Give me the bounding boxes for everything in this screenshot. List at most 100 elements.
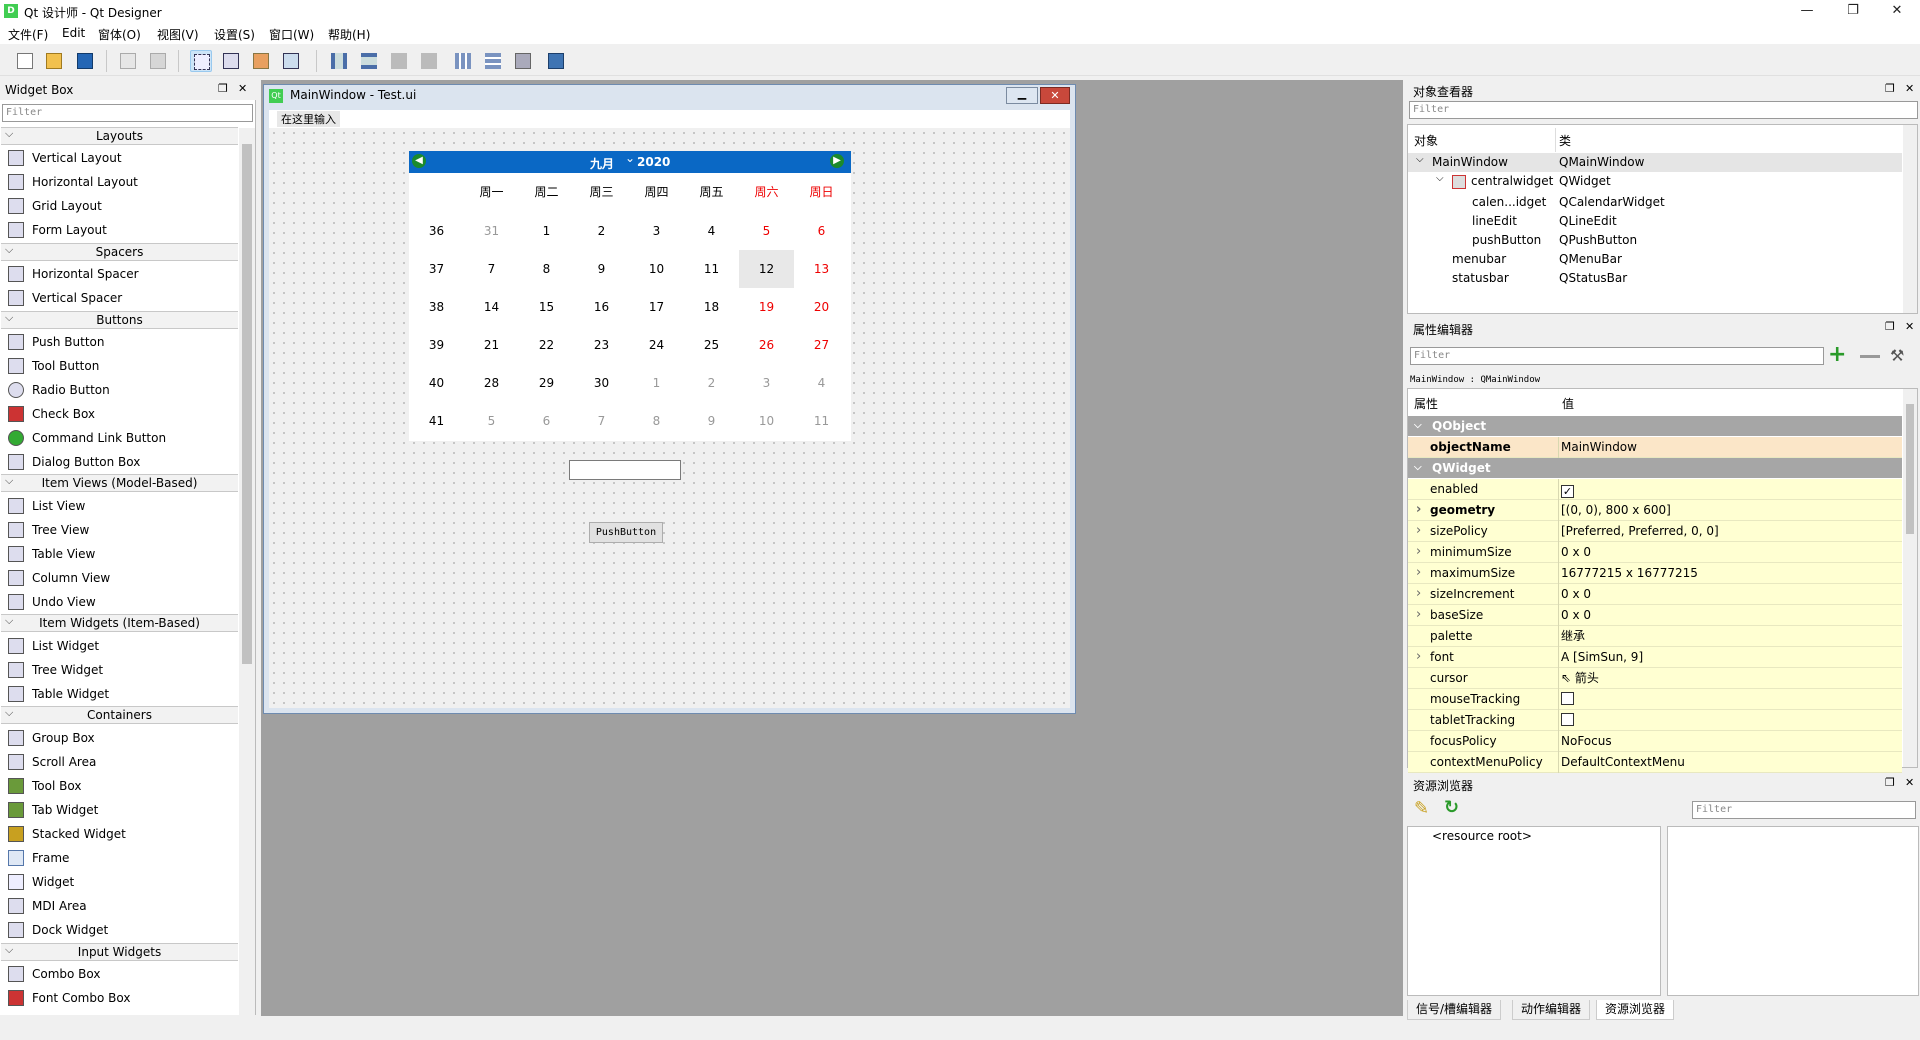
open-folder-icon[interactable] <box>43 50 65 72</box>
property-row-palette[interactable]: palette 继承 <box>1408 626 1902 647</box>
calendar-day[interactable]: 5 <box>464 402 519 440</box>
category-item-views[interactable]: Item Views (Model-Based) <box>1 473 238 492</box>
float-icon[interactable]: ❐ <box>218 82 228 95</box>
calendar-day[interactable]: 20 <box>794 288 849 326</box>
widget-item-tree-widget[interactable]: Tree Widget <box>8 660 103 680</box>
widget-item-command-link-button[interactable]: Command Link Button <box>8 428 166 448</box>
calendar-day[interactable]: 25 <box>684 326 739 364</box>
widget-item-vertical-layout[interactable]: Vertical Layout <box>8 148 122 168</box>
property-row-sizepolicy[interactable]: sizePolicy[Preferred, Preferred, 0, 0] <box>1408 521 1902 542</box>
checkbox[interactable]: ✓ <box>1561 485 1574 498</box>
calendar-day[interactable]: 5 <box>739 212 794 250</box>
widget-item-tool-box[interactable]: Tool Box <box>8 776 81 796</box>
property-editor-filter[interactable]: Filter <box>1410 347 1824 365</box>
object-name[interactable]: pushButton <box>1472 230 1541 250</box>
calendar-month-dropdown-icon[interactable]: ⌄ <box>625 151 635 165</box>
widget-item-undo-view[interactable]: Undo View <box>8 592 96 612</box>
calendar-day[interactable]: 21 <box>464 326 519 364</box>
next-month-arrow-icon[interactable]: ▶ <box>830 154 844 168</box>
calendar-day[interactable]: 18 <box>684 288 739 326</box>
widget-item-column-view[interactable]: Column View <box>8 568 110 588</box>
widget-item-push-button[interactable]: Push Button <box>8 332 105 352</box>
calendar-day[interactable]: 9 <box>684 402 739 440</box>
edit-resources-pencil-icon[interactable]: ✎ <box>1414 798 1429 819</box>
calendar-day[interactable]: 9 <box>574 250 629 288</box>
category-input-widgets[interactable]: Input Widgets <box>1 942 238 961</box>
property-row-geometry[interactable]: geometry[(0, 0), 800 x 600] <box>1408 500 1902 521</box>
category-item-widgets[interactable]: Item Widgets (Item-Based) <box>1 613 238 632</box>
calendar-month[interactable]: 九月 <box>590 155 614 172</box>
calendar-day[interactable]: 11 <box>684 250 739 288</box>
widget-item-group-box[interactable]: Group Box <box>8 728 95 748</box>
prev-month-arrow-icon[interactable]: ◀ <box>412 154 426 168</box>
tab-signal-slot-editor[interactable]: 信号/槽编辑器 <box>1407 1000 1502 1020</box>
widget-item-table-view[interactable]: Table View <box>8 544 95 564</box>
calendar-day[interactable]: 29 <box>519 364 574 402</box>
float-icon[interactable]: ❐ <box>1885 776 1895 789</box>
property-row-basesize[interactable]: baseSize0 x 0 <box>1408 605 1902 626</box>
form-menu-placeholder[interactable]: 在这里输入 <box>277 111 340 127</box>
widget-item-dialog-button-box[interactable]: Dialog Button Box <box>8 452 140 472</box>
calendar-day[interactable]: 11 <box>794 402 849 440</box>
widget-item-font-combo-box[interactable]: Font Combo Box <box>8 988 130 1008</box>
edit-buddies-icon[interactable] <box>250 50 272 72</box>
new-file-icon[interactable] <box>14 50 36 72</box>
widget-item-form-layout[interactable]: Form Layout <box>8 220 107 240</box>
checkbox[interactable] <box>1561 713 1574 726</box>
widget-item-scroll-area[interactable]: Scroll Area <box>8 752 96 772</box>
push-button[interactable]: PushButton <box>589 522 663 543</box>
widget-item-tab-widget[interactable]: Tab Widget <box>8 800 98 820</box>
widget-item-dock-widget[interactable]: Dock Widget <box>8 920 108 940</box>
resource-browser-filter[interactable]: Filter <box>1692 801 1916 819</box>
form-layout-icon[interactable] <box>482 50 504 72</box>
send-to-back-icon[interactable] <box>117 50 139 72</box>
calendar-day[interactable]: 7 <box>574 402 629 440</box>
menu-file[interactable]: 文件(F) <box>8 26 48 43</box>
tab-action-editor[interactable]: 动作编辑器 <box>1512 1000 1591 1020</box>
reload-icon[interactable]: ↻ <box>1444 797 1459 818</box>
object-name[interactable]: calen...idget <box>1472 192 1546 212</box>
remove-dynamic-property-icon[interactable] <box>1860 355 1880 358</box>
menu-help[interactable]: 帮助(H) <box>328 26 370 43</box>
calendar-day[interactable]: 12 <box>739 250 794 288</box>
widget-item-table-widget[interactable]: Table Widget <box>8 684 109 704</box>
menu-window[interactable]: 窗口(W) <box>269 26 314 43</box>
edit-widgets-icon[interactable] <box>190 50 212 72</box>
property-row-objectname[interactable]: objectName MainWindow <box>1408 437 1902 458</box>
widget-item-horizontal-layout[interactable]: Horizontal Layout <box>8 172 138 192</box>
calendar-day[interactable]: 17 <box>629 288 684 326</box>
widget-box-filter[interactable]: Filter <box>2 104 253 122</box>
widget-item-vertical-spacer[interactable]: Vertical Spacer <box>8 288 122 308</box>
calendar-day[interactable]: 8 <box>629 402 684 440</box>
calendar-day[interactable]: 16 <box>574 288 629 326</box>
property-row-sizeincrement[interactable]: sizeIncrement0 x 0 <box>1408 584 1902 605</box>
widget-item-grid-layout[interactable]: Grid Layout <box>8 196 102 216</box>
calendar-day[interactable]: 31 <box>464 212 519 250</box>
column-header-object[interactable]: 对象 <box>1414 131 1438 151</box>
object-inspector-filter[interactable]: Filter <box>1409 101 1918 119</box>
calendar-day[interactable]: 22 <box>519 326 574 364</box>
property-row-contextmenupolicy[interactable]: contextMenuPolicy DefaultContextMenu <box>1408 752 1902 773</box>
float-icon[interactable]: ❐ <box>1885 320 1895 333</box>
expand-icon[interactable]: ⌵ <box>1416 154 1424 165</box>
calendar-day[interactable]: 6 <box>794 212 849 250</box>
maximize-button[interactable]: ❐ <box>1830 0 1876 24</box>
calendar-day[interactable]: 27 <box>794 326 849 364</box>
grid-layout-icon[interactable] <box>452 50 474 72</box>
group-qwidget[interactable]: ⌵ QWidget <box>1408 458 1902 478</box>
calendar-day[interactable]: 28 <box>464 364 519 402</box>
vertical-splitter-icon[interactable] <box>418 50 440 72</box>
calendar-day[interactable]: 24 <box>629 326 684 364</box>
widget-item-check-box[interactable]: Check Box <box>8 404 95 424</box>
bring-to-front-icon[interactable] <box>147 50 169 72</box>
widget-item-tree-view[interactable]: Tree View <box>8 520 89 540</box>
configure-wrench-icon[interactable]: ⚒ <box>1890 346 1904 365</box>
menu-edit[interactable]: Edit <box>62 26 85 40</box>
property-row-enabled[interactable]: enabled ✓ <box>1408 479 1902 500</box>
checkbox[interactable] <box>1561 692 1574 705</box>
widget-item-frame[interactable]: Frame <box>8 848 69 868</box>
float-icon[interactable]: ❐ <box>1885 82 1895 95</box>
calendar-day[interactable]: 13 <box>794 250 849 288</box>
calendar-day[interactable]: 6 <box>519 402 574 440</box>
close-icon[interactable]: ✕ <box>1905 82 1914 95</box>
